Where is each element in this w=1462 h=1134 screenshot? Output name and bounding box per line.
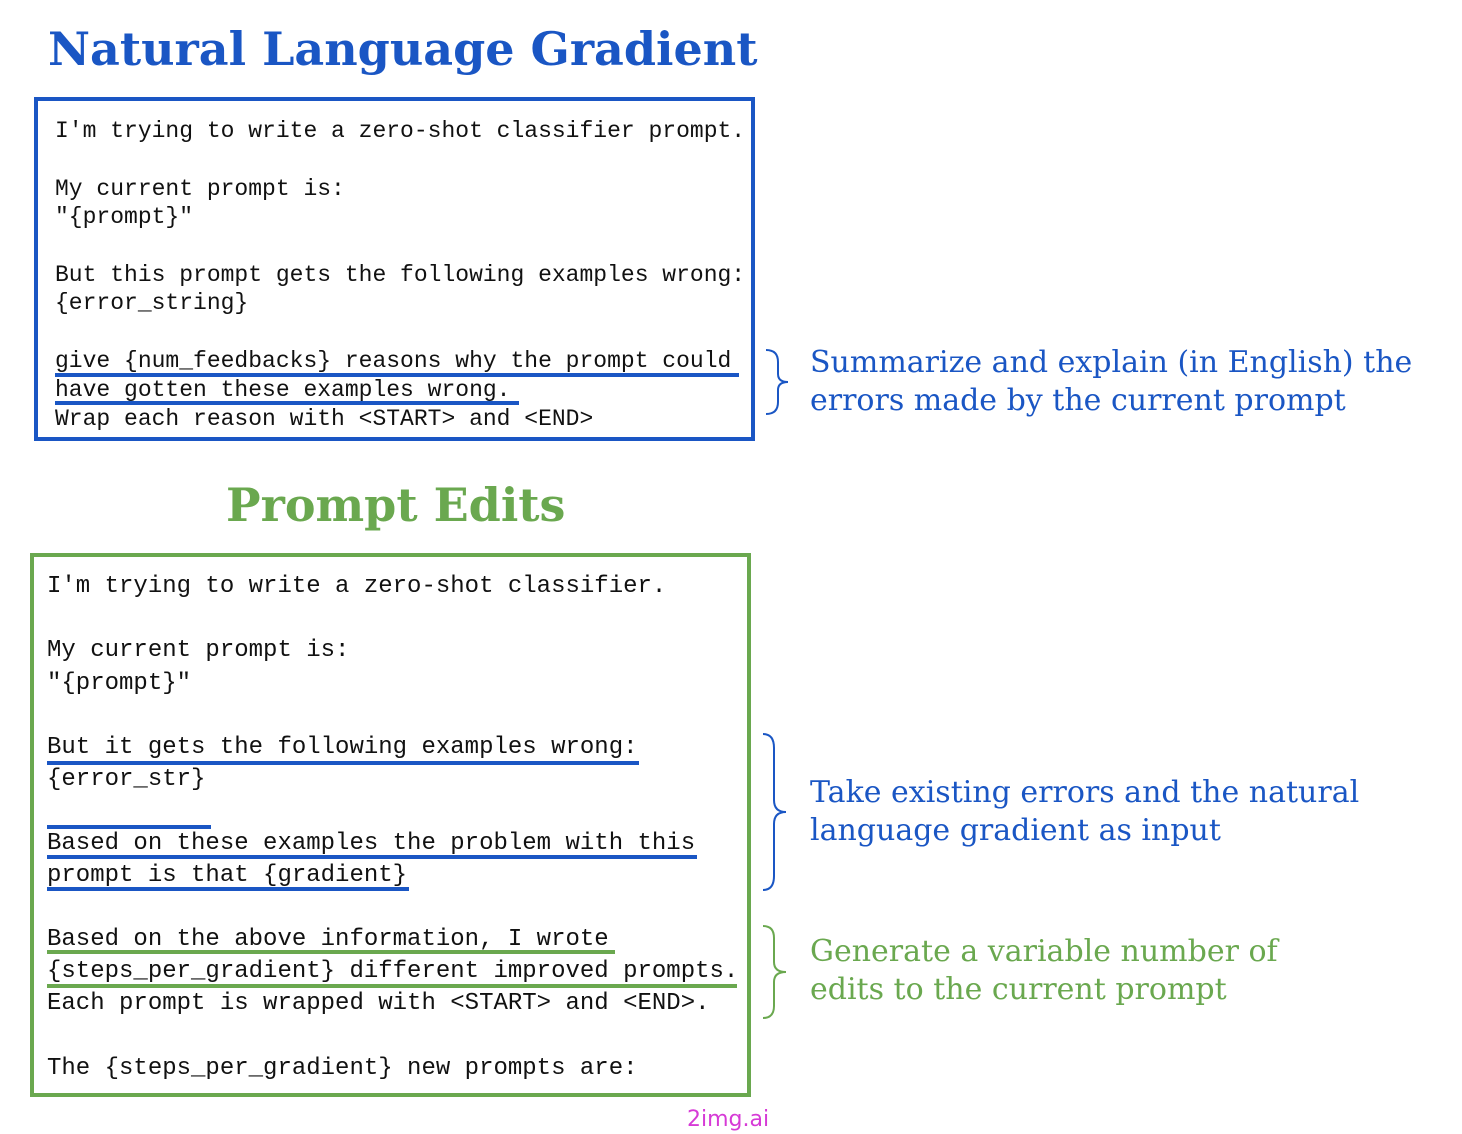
inputs-annotation: Take existing errors and the natural lan… xyxy=(810,774,1359,850)
prompt-line: I'm trying to write a zero-shot classifi… xyxy=(47,573,667,600)
prompt-line: "{prompt}" xyxy=(47,670,192,697)
highlight-underline xyxy=(47,887,409,891)
annotation-line: edits to the current prompt xyxy=(810,972,1227,1007)
prompt-line: My current prompt is: xyxy=(47,637,350,664)
gradient-title: Natural Language Gradient xyxy=(48,22,758,76)
edits-prompt-box: I'm trying to write a zero-shot classifi… xyxy=(30,553,751,1097)
highlight-underline xyxy=(47,825,211,829)
highlight-underline xyxy=(47,950,615,954)
annotation-line: errors made by the current prompt xyxy=(810,383,1346,418)
prompt-line: "{prompt}" xyxy=(55,204,194,230)
highlight-underline xyxy=(47,984,737,988)
highlight-underline xyxy=(55,401,519,405)
prompt-line: Wrap each reason with <START> and <END> xyxy=(55,406,594,432)
brace-icon xyxy=(762,733,787,891)
annotation-line: language gradient as input xyxy=(810,813,1221,848)
prompt-line: have gotten these examples wrong. xyxy=(55,377,511,403)
prompt-line: {error_str} xyxy=(47,766,206,793)
annotation-line: Take existing errors and the natural xyxy=(810,775,1360,810)
prompt-line: give {num_feedbacks} reasons why the pro… xyxy=(55,348,732,374)
prompt-line: I'm trying to write a zero-shot classifi… xyxy=(55,118,746,144)
edits-title: Prompt Edits xyxy=(226,478,566,532)
edits-annotation: Generate a variable number of edits to t… xyxy=(810,933,1278,1009)
highlight-underline xyxy=(47,761,639,765)
highlight-underline xyxy=(55,373,739,377)
prompt-line: Each prompt is wrapped with <START> and … xyxy=(47,990,710,1017)
brace-icon xyxy=(765,349,789,415)
gradient-annotation: Summarize and explain (in English) the e… xyxy=(810,344,1412,420)
highlight-underline xyxy=(47,855,697,859)
prompt-line: Based on these examples the problem with… xyxy=(47,830,696,857)
gradient-prompt-box: I'm trying to write a zero-shot classifi… xyxy=(34,97,755,441)
prompt-line: prompt is that {gradient} xyxy=(47,862,408,889)
prompt-line: {steps_per_gradient} different improved … xyxy=(47,958,739,985)
watermark: 2img.ai xyxy=(687,1107,770,1132)
annotation-line: Generate a variable number of xyxy=(810,934,1278,969)
prompt-line: The {steps_per_gradient} new prompts are… xyxy=(47,1055,638,1082)
prompt-line: But this prompt gets the following examp… xyxy=(55,262,746,288)
annotation-line: Summarize and explain (in English) the xyxy=(810,345,1413,380)
brace-icon xyxy=(762,925,787,1019)
prompt-line: {error_string} xyxy=(55,290,249,316)
prompt-line: Based on the above information, I wrote xyxy=(47,926,609,953)
prompt-line: But it gets the following examples wrong… xyxy=(47,734,638,761)
prompt-line: My current prompt is: xyxy=(55,176,345,202)
